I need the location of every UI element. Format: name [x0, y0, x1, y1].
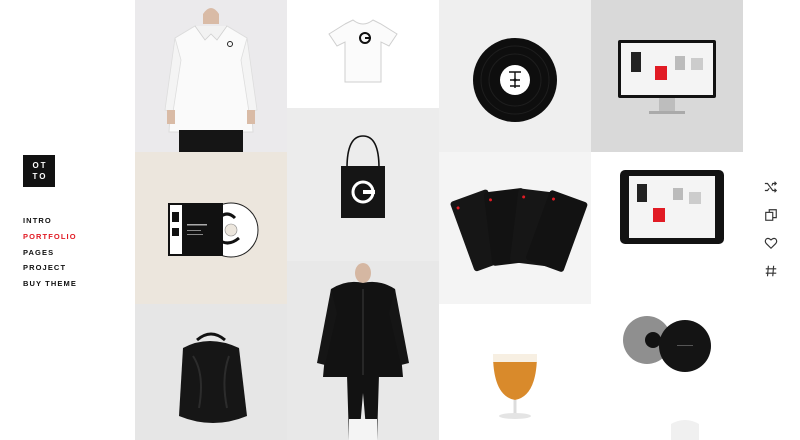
- logo-line-1: OT: [32, 161, 48, 170]
- white-polo-image: [135, 0, 287, 152]
- portfolio-tools: [759, 175, 783, 287]
- site-logo[interactable]: OT TO: [23, 155, 55, 187]
- duffel-bag-image: [135, 304, 287, 440]
- playing-cards-image: [439, 152, 591, 304]
- copy-button[interactable]: [759, 203, 783, 227]
- nav-item-pages[interactable]: PAGES: [23, 245, 77, 261]
- copy-icon: [765, 209, 777, 221]
- nav-item-portfolio[interactable]: PORTFOLIO: [23, 229, 77, 245]
- beer-glass-image: [439, 304, 591, 440]
- portfolio-item-tablet-mockup[interactable]: [591, 152, 743, 304]
- white-tshirt-image: [287, 0, 439, 108]
- nav-item-project[interactable]: PROJECT: [23, 260, 77, 276]
- portfolio-item-vinyl-record[interactable]: [439, 0, 591, 152]
- portfolio-item-white-polo[interactable]: [135, 0, 287, 152]
- portfolio-item-black-hoodie[interactable]: [287, 261, 439, 440]
- portfolio-item-white-tshirt[interactable]: [287, 0, 439, 108]
- nav-item-buy-theme[interactable]: BUY THEME: [23, 276, 77, 292]
- portfolio-item-playing-cards[interactable]: [439, 152, 591, 304]
- portfolio-item-duffel-bag[interactable]: [135, 304, 287, 440]
- grid-filter-button[interactable]: [759, 259, 783, 283]
- favorite-button[interactable]: [759, 231, 783, 255]
- portfolio-grid: [135, 0, 743, 440]
- portfolio-item-cd-case[interactable]: [135, 152, 287, 304]
- shuffle-button[interactable]: [759, 175, 783, 199]
- portfolio-item-tote-bag[interactable]: [287, 108, 439, 261]
- monitor-mockup-image: [591, 0, 743, 152]
- hashtag-icon: [765, 265, 777, 277]
- logo-line-2: TO: [32, 172, 48, 181]
- nav-item-intro[interactable]: INTRO: [23, 213, 77, 229]
- tablet-mockup-image: [591, 152, 743, 304]
- black-hoodie-image: [287, 261, 439, 440]
- portfolio-item-coasters[interactable]: [591, 304, 743, 440]
- coasters-image: [591, 304, 743, 440]
- main-nav: INTRO PORTFOLIO PAGES PROJECT BUY THEME: [23, 213, 77, 292]
- heart-icon: [764, 237, 778, 250]
- portfolio-item-beer-glass[interactable]: [439, 304, 591, 440]
- portfolio-item-monitor-mockup[interactable]: [591, 0, 743, 152]
- shuffle-icon: [764, 181, 778, 193]
- vinyl-record-image: [439, 0, 591, 152]
- tote-bag-image: [287, 108, 439, 261]
- cd-case-image: [135, 152, 287, 304]
